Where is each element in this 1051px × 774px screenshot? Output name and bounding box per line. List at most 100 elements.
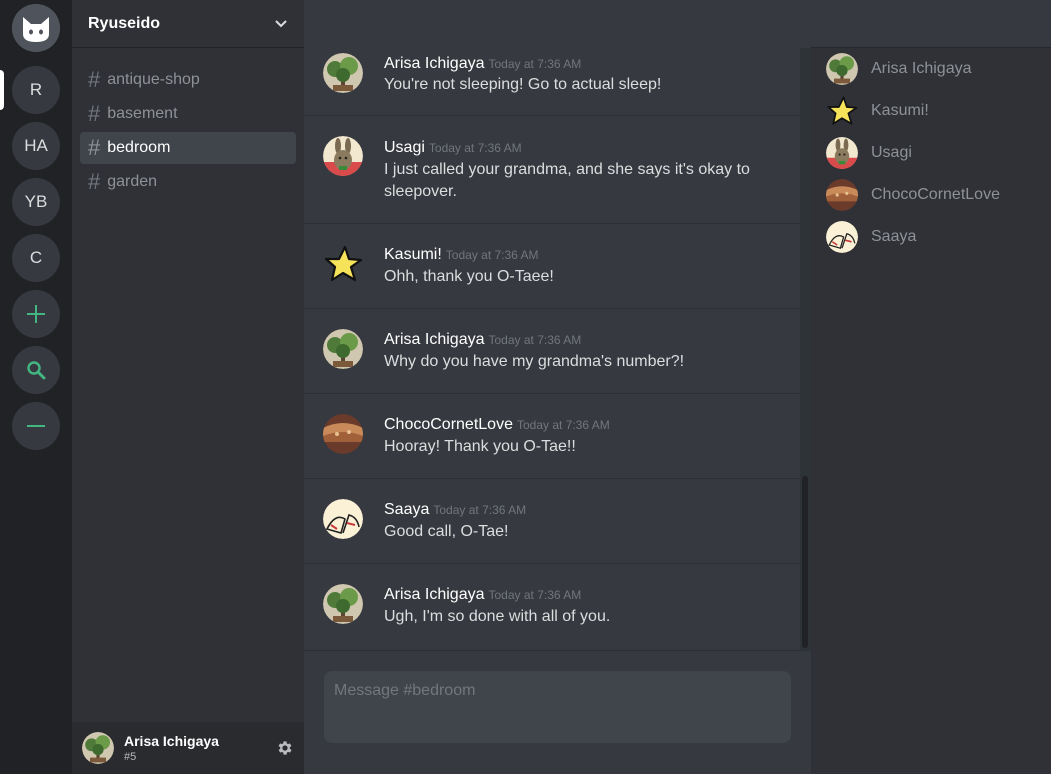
message-text: Hooray! Thank you O-Tae!! bbox=[384, 438, 576, 455]
message: Kasumi! Today at 7:36 AM Ohh, thank you O… bbox=[304, 224, 800, 309]
message-author[interactable]: Arisa Ichigaya bbox=[384, 55, 485, 72]
chat-area: Arisa Ichigaya Today at 7:36 AM You're no… bbox=[304, 0, 811, 774]
member-name: Arisa Ichigaya bbox=[871, 60, 972, 77]
member-item[interactable]: ChocoCornetLove bbox=[826, 178, 1046, 212]
message: Arisa Ichigaya Today at 7:36 AM Ugh, I'm … bbox=[304, 564, 800, 650]
member-name: Usagi bbox=[871, 144, 912, 161]
scrollbar-thumb[interactable] bbox=[802, 476, 808, 648]
bonsai-avatar-icon bbox=[82, 732, 114, 764]
server-yb[interactable]: YB bbox=[12, 178, 60, 226]
channel-sidebar: Ryuseido # antique-shop # basement # bed… bbox=[72, 0, 304, 774]
cornet-avatar-icon bbox=[323, 414, 363, 454]
chevron-down-icon[interactable] bbox=[274, 19, 288, 29]
member-item[interactable]: Saaya bbox=[826, 220, 1046, 254]
message-header: Arisa Ichigaya Today at 7:36 AM bbox=[384, 586, 581, 604]
message-timestamp: Today at 7:36 AM bbox=[428, 141, 522, 155]
member-item[interactable]: Arisa Ichigaya bbox=[826, 52, 1046, 86]
leave-server-button[interactable] bbox=[12, 402, 60, 450]
message-text: You're not sleeping! Go to actual sleep! bbox=[384, 76, 662, 93]
explore-servers-button[interactable] bbox=[12, 346, 60, 394]
member-avatar bbox=[826, 137, 858, 169]
gear-icon[interactable] bbox=[276, 739, 294, 757]
message-author[interactable]: Arisa Ichigaya bbox=[384, 586, 485, 603]
message-timestamp: Today at 7:36 AM bbox=[516, 418, 610, 432]
message: Usagi Today at 7:36 AM I just called your… bbox=[304, 116, 800, 224]
member-avatar bbox=[826, 221, 858, 253]
user-tag: #5 bbox=[124, 751, 137, 763]
channel-antique-shop[interactable]: # antique-shop bbox=[80, 64, 296, 96]
message-header: ChocoCornetLove Today at 7:36 AM bbox=[384, 416, 610, 434]
rabbit-avatar-icon bbox=[826, 137, 858, 169]
user-panel: Arisa Ichigaya #5 bbox=[72, 722, 304, 774]
hash-icon: # bbox=[88, 135, 101, 160]
member-item[interactable]: Kasumi! bbox=[826, 94, 1046, 128]
server-list: R HA YB C bbox=[0, 0, 72, 774]
message-avatar[interactable] bbox=[323, 414, 363, 454]
message-author[interactable]: Kasumi! bbox=[384, 246, 442, 263]
message-header: Kasumi! Today at 7:36 AM bbox=[384, 246, 539, 264]
message-list[interactable]: Arisa Ichigaya Today at 7:36 AM You're no… bbox=[304, 48, 811, 650]
message-text: Ohh, thank you O-Taee! bbox=[384, 268, 554, 285]
minus-icon bbox=[27, 425, 45, 427]
server-r[interactable]: R bbox=[12, 66, 60, 114]
message-timestamp: Today at 7:36 AM bbox=[488, 333, 582, 347]
member-item[interactable]: Usagi bbox=[826, 136, 1046, 170]
composer-area bbox=[304, 650, 811, 774]
channel-label: bedroom bbox=[107, 139, 171, 156]
channel-label: basement bbox=[107, 105, 178, 122]
message: Arisa Ichigaya Today at 7:36 AM You're no… bbox=[304, 48, 800, 116]
server-header[interactable]: Ryuseido bbox=[72, 0, 304, 48]
server-ha[interactable]: HA bbox=[12, 122, 60, 170]
message-avatar[interactable] bbox=[323, 584, 363, 624]
server-name: Ryuseido bbox=[88, 14, 161, 32]
hash-icon: # bbox=[88, 101, 101, 126]
server-c[interactable]: C bbox=[12, 234, 60, 282]
bonsai-avatar-icon bbox=[323, 53, 363, 93]
message-header: Usagi Today at 7:36 AM bbox=[384, 139, 522, 157]
selected-server-indicator bbox=[0, 70, 4, 110]
message: Saaya Today at 7:36 AM Good call, O-Tae! bbox=[304, 479, 800, 564]
hash-icon: # bbox=[88, 169, 101, 194]
message-text: Ugh, I'm so done with all of you. bbox=[384, 608, 611, 625]
channel-garden[interactable]: # garden bbox=[80, 166, 296, 198]
message-timestamp: Today at 7:36 AM bbox=[488, 588, 582, 602]
user-avatar[interactable] bbox=[82, 732, 114, 764]
search-icon bbox=[27, 361, 46, 380]
channel-basement[interactable]: # basement bbox=[80, 98, 296, 130]
scrollbar-track[interactable] bbox=[800, 48, 811, 650]
message-timestamp: Today at 7:36 AM bbox=[433, 503, 527, 517]
bonsai-avatar-icon bbox=[826, 53, 858, 85]
message-avatar[interactable] bbox=[323, 499, 363, 539]
star-avatar-icon bbox=[324, 245, 363, 282]
bonsai-avatar-icon bbox=[323, 584, 363, 624]
channel-label: garden bbox=[107, 173, 158, 190]
message-avatar[interactable] bbox=[323, 53, 363, 93]
message-author[interactable]: Saaya bbox=[384, 501, 429, 518]
message-timestamp: Today at 7:36 AM bbox=[488, 57, 582, 71]
rabbit-avatar-icon bbox=[323, 136, 363, 176]
member-name: ChocoCornetLove bbox=[871, 186, 1000, 203]
member-avatar bbox=[826, 179, 858, 211]
message-text: Good call, O-Tae! bbox=[384, 523, 509, 540]
message-avatar[interactable] bbox=[323, 329, 363, 369]
channel-label: antique-shop bbox=[107, 71, 200, 88]
member-name: Kasumi! bbox=[871, 102, 929, 119]
message-avatar[interactable] bbox=[323, 244, 363, 284]
channel-bedroom[interactable]: # bedroom bbox=[80, 132, 296, 164]
cat-icon bbox=[12, 4, 60, 52]
add-server-button[interactable] bbox=[12, 290, 60, 338]
message-header: Saaya Today at 7:36 AM bbox=[384, 501, 526, 519]
message-author[interactable]: Arisa Ichigaya bbox=[384, 331, 485, 348]
bonsai-avatar-icon bbox=[323, 329, 363, 369]
star-avatar-icon bbox=[827, 96, 858, 125]
message-text: Why do you have my grandma's number?! bbox=[384, 353, 685, 370]
message-avatar[interactable] bbox=[323, 136, 363, 176]
message-author[interactable]: ChocoCornetLove bbox=[384, 416, 513, 433]
home-button[interactable] bbox=[12, 4, 60, 52]
member-avatar bbox=[826, 53, 858, 85]
message-header: Arisa Ichigaya Today at 7:36 AM bbox=[384, 55, 581, 73]
message-timestamp: Today at 7:36 AM bbox=[445, 248, 539, 262]
bread-avatar-icon bbox=[826, 221, 858, 253]
message-author[interactable]: Usagi bbox=[384, 139, 425, 156]
message-input[interactable] bbox=[324, 671, 791, 743]
